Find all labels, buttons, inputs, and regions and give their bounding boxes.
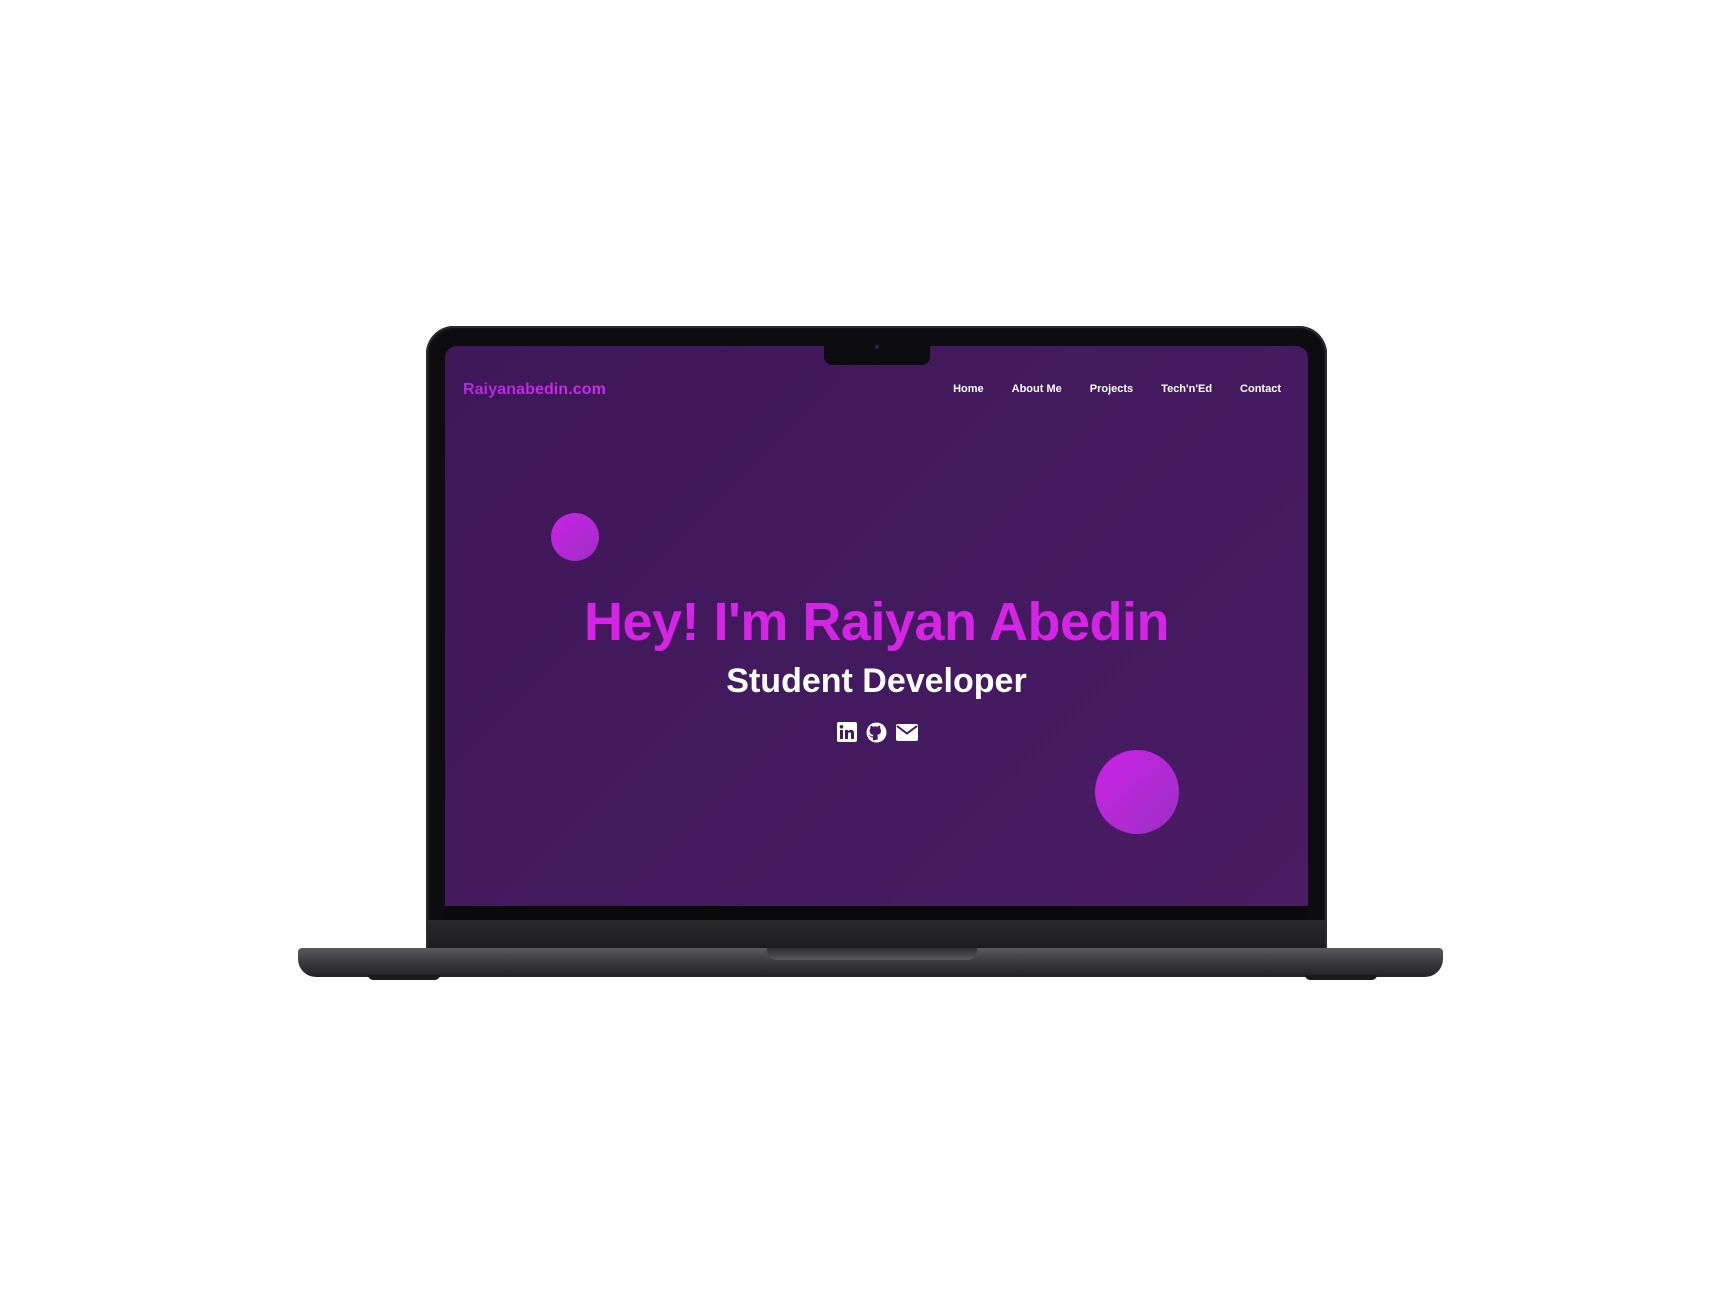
- laptop-foot-right: [1305, 975, 1377, 980]
- site-logo[interactable]: Raiyanabedin.com: [463, 381, 606, 399]
- github-icon[interactable]: [866, 721, 888, 743]
- nav-item-tech-n-ed[interactable]: Tech'n'Ed: [1161, 383, 1212, 395]
- lid-opening-notch: [767, 948, 977, 960]
- laptop-mockup: Raiyanabedin.com Home About Me Projects …: [0, 0, 1725, 1294]
- nav-item-projects[interactable]: Projects: [1090, 383, 1133, 395]
- nav-menu: Home About Me Projects Tech'n'Ed Contact: [953, 383, 1281, 395]
- decorative-bubble-large: [1095, 750, 1179, 834]
- screen-bottom-bezel: [445, 906, 1308, 920]
- nav-item-contact[interactable]: Contact: [1240, 383, 1281, 395]
- hero-subtitle: Student Developer: [726, 662, 1027, 700]
- nav-item-about-me[interactable]: About Me: [1012, 383, 1062, 395]
- social-links: [445, 721, 1308, 743]
- hinge: [428, 920, 1325, 948]
- linkedin-icon[interactable]: [836, 721, 858, 743]
- email-icon[interactable]: [895, 721, 918, 743]
- camera-dot: [875, 345, 879, 349]
- decorative-bubble-small: [551, 513, 599, 561]
- hero-title: Hey! I'm Raiyan Abedin: [584, 592, 1169, 652]
- laptop-foot-left: [368, 975, 440, 980]
- nav-item-home[interactable]: Home: [953, 383, 984, 395]
- laptop-screen: Raiyanabedin.com Home About Me Projects …: [445, 346, 1308, 906]
